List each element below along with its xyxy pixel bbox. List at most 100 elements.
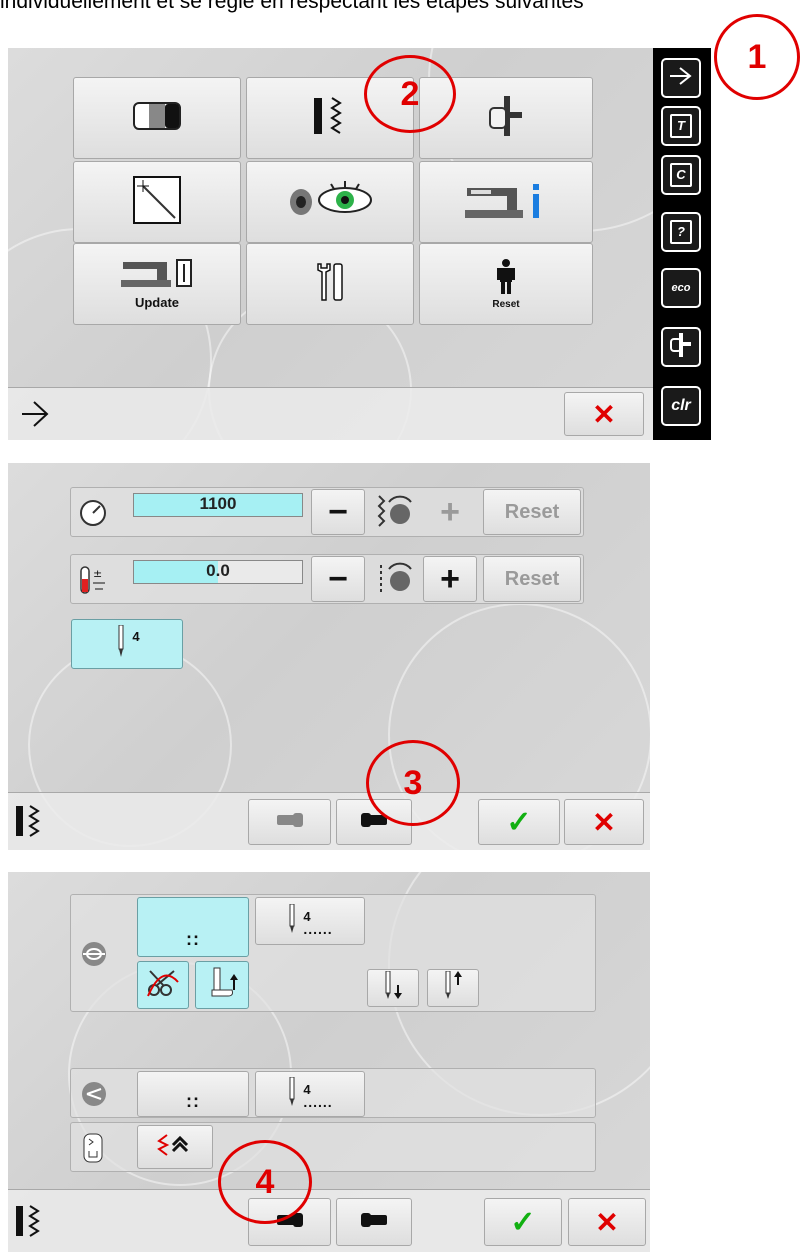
tension-value-bar[interactable]: 0.0 (133, 560, 303, 584)
callout-2: 2 (364, 55, 456, 133)
bsr-sidebar-button[interactable] (661, 327, 701, 367)
dots-long: ...... (303, 920, 333, 937)
scissors-off-icon (146, 968, 180, 1003)
close-button[interactable]: ✕ (564, 392, 644, 436)
reset-button[interactable]: Reset (419, 243, 593, 325)
check-icon: ✓ (506, 805, 532, 839)
update-label: Update (134, 295, 180, 310)
thread-cut-row: :: 4 ...... (70, 1068, 596, 1118)
presser-foot-up-button[interactable] (195, 961, 249, 1009)
speed-reset-label: Reset (504, 500, 560, 523)
cancel-button[interactable]: ✕ (568, 1198, 646, 1246)
setup-icon (669, 66, 693, 91)
check-icon: ✓ (510, 1205, 536, 1239)
speed-value-bar[interactable]: 1100 (133, 493, 303, 517)
needle-icon (287, 1076, 297, 1112)
machine-info-button[interactable] (419, 161, 593, 243)
clr-icon: clr (671, 397, 691, 414)
tension-minus-button[interactable]: − (311, 556, 365, 602)
speed-reset-button[interactable]: Reset (483, 489, 581, 535)
securing-dots-button[interactable]: :: (137, 897, 249, 957)
dots-short: :: (186, 929, 200, 949)
bottom-bar: ✓ ✕ (8, 1189, 650, 1252)
presser-foot-up-icon (206, 966, 238, 1005)
display-settings-icon (133, 101, 181, 135)
pattern-end-row (70, 1122, 596, 1172)
hand-right-button[interactable] (336, 1198, 412, 1246)
speed-plus-button[interactable]: + (423, 489, 477, 535)
clr-sidebar-button[interactable]: clr (661, 386, 701, 426)
bottom-bar: ✕ (8, 387, 711, 440)
help-icon: ? (670, 220, 692, 244)
speed-minus-button[interactable]: − (311, 489, 365, 535)
service-tools-button[interactable] (246, 243, 414, 325)
minus-icon: − (328, 559, 348, 598)
callout-1: 1 (714, 14, 800, 100)
creative-consultant-icon: C (670, 163, 692, 187)
confirm-button[interactable]: ✓ (478, 799, 560, 845)
stitch-settings-icon (312, 96, 348, 141)
speed-value: 1100 (199, 494, 237, 513)
tutorial-sidebar-button[interactable]: T (661, 106, 701, 146)
speedometer-icon (79, 499, 107, 532)
confirm-button[interactable]: ✓ (484, 1198, 562, 1246)
dots-long: ...... (303, 1093, 333, 1110)
cut-stitch-button[interactable]: 4 ...... (255, 1071, 365, 1117)
tension-reset-button[interactable]: Reset (483, 556, 581, 602)
needle-count: 4 (132, 628, 140, 644)
tension-reset-label: Reset (504, 567, 560, 590)
needle-icon (287, 903, 297, 939)
callout-4: 4 (218, 1140, 312, 1224)
update-button[interactable]: Update (73, 243, 241, 325)
help-sidebar-button[interactable]: ? (661, 212, 701, 252)
calibration-icon (133, 175, 181, 229)
stitch-settings-icon (14, 804, 44, 843)
speed-knob-icon (375, 494, 413, 535)
knot-icon (81, 941, 107, 972)
dots-short: :: (186, 1091, 200, 1111)
hand-left-icon (275, 812, 305, 832)
bottom-bar: ✓ ✕ (8, 792, 650, 850)
setup-arrow-icon (20, 400, 50, 433)
setup-sidebar-button[interactable] (661, 58, 701, 98)
bsr-icon (668, 332, 694, 363)
pattern-end-icon (83, 1133, 103, 1168)
tension-plus-button[interactable]: + (423, 556, 477, 602)
needle-icon (114, 624, 128, 664)
eco-sidebar-button[interactable]: eco (661, 268, 701, 308)
needle-down-button[interactable] (367, 969, 419, 1007)
svg-text:±: ± (93, 567, 102, 580)
reset-label: Reset (492, 299, 520, 310)
securing-row: :: 4 ...... (70, 894, 596, 1012)
needle-up-button[interactable] (427, 969, 479, 1007)
close-icon: ✕ (592, 806, 616, 838)
tutorial-icon: T (670, 114, 692, 138)
thread-cutter-button[interactable] (137, 961, 189, 1009)
needle-up-icon (441, 970, 465, 1006)
plus-icon: + (440, 492, 460, 531)
reverse-stitch-icon (155, 1133, 195, 1162)
calibration-button[interactable] (73, 161, 241, 243)
function-sidebar: T C ? eco clr (653, 48, 711, 440)
close-icon: ✕ (592, 398, 616, 430)
tension-row: ± 0.0 − + Reset (70, 554, 584, 604)
tension-knob-icon (375, 561, 413, 602)
sound-visibility-icon (287, 180, 373, 225)
creative-consultant-sidebar-button[interactable]: C (661, 155, 701, 195)
tension-value: 0.0 (206, 561, 230, 580)
plus-icon: + (440, 559, 460, 598)
securing-stitch-button[interactable]: 4 ...... (255, 897, 365, 945)
hand-right-icon (359, 1212, 389, 1232)
display-settings-button[interactable] (73, 77, 241, 159)
close-icon: ✕ (595, 1206, 619, 1238)
cut-dots-button[interactable]: :: (137, 1071, 249, 1117)
cancel-button[interactable]: ✕ (564, 799, 644, 845)
minus-icon: − (328, 492, 348, 531)
speed-row: 1100 − + Reset (70, 487, 584, 537)
sound-visibility-button[interactable] (246, 161, 414, 243)
hand-left-button[interactable] (248, 799, 331, 845)
service-tools-icon (315, 262, 345, 307)
reverse-stitch-button[interactable] (137, 1125, 213, 1169)
needle-stop-button[interactable]: 4 (71, 619, 183, 669)
presser-foot-icon (486, 94, 526, 143)
